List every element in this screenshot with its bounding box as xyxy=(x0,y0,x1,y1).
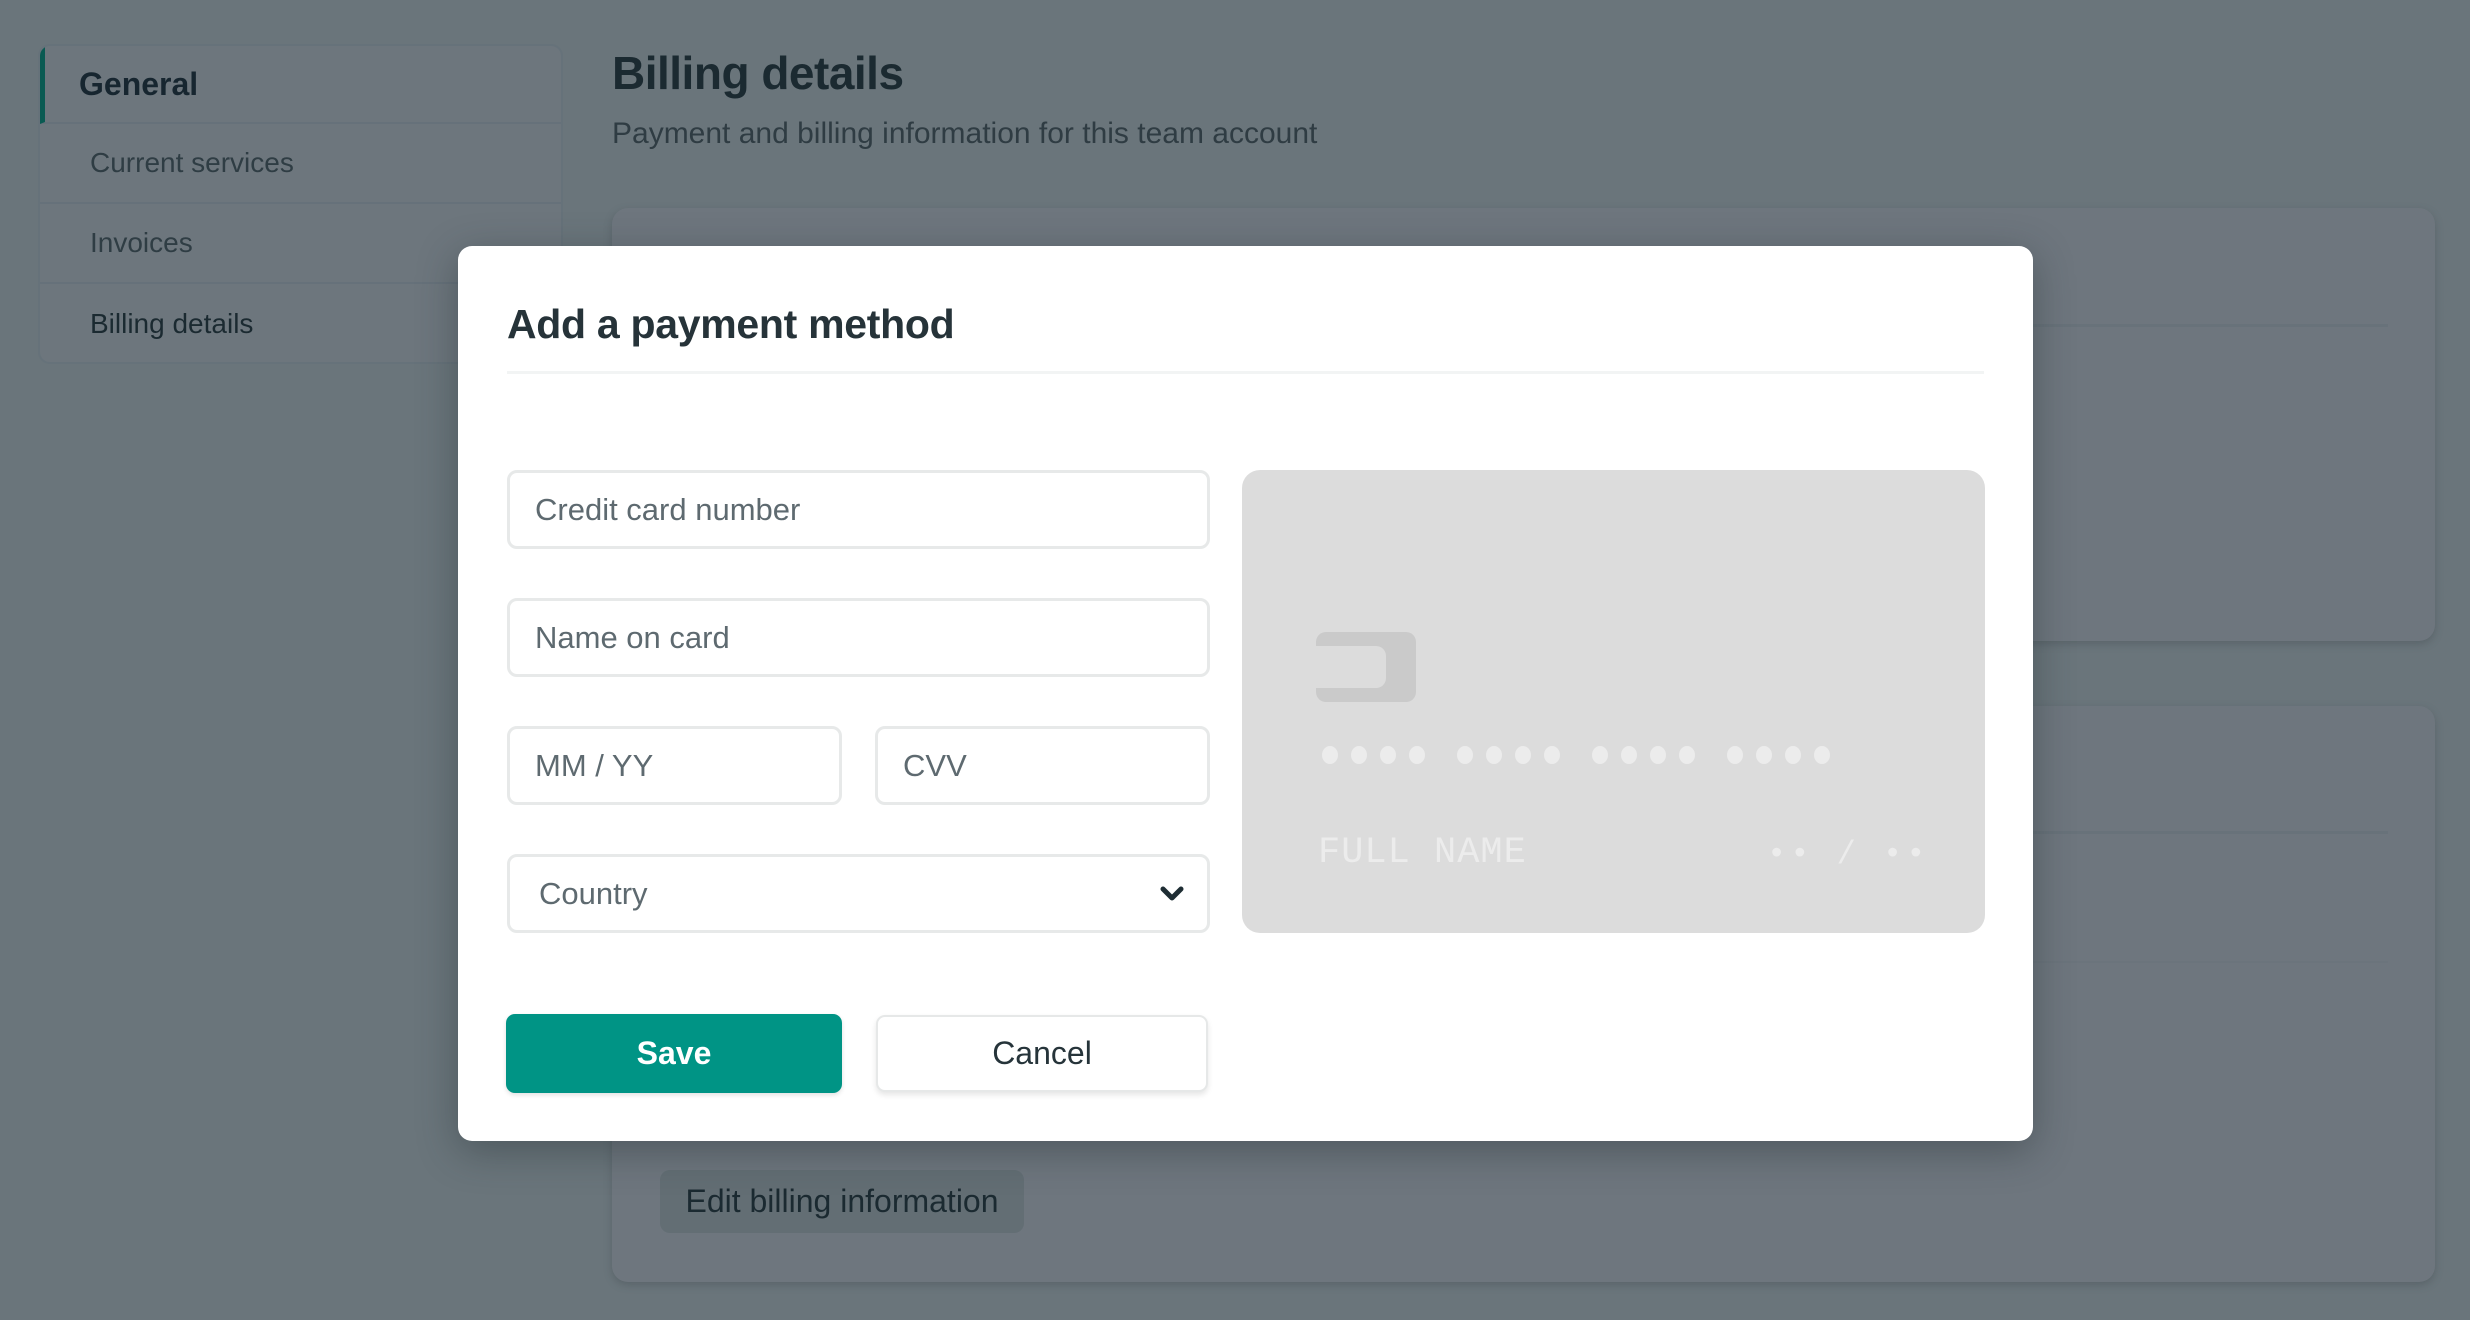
card-number-group xyxy=(1322,746,1425,764)
page-subtitle: Payment and billing information for this… xyxy=(612,117,1318,150)
card-number-dot xyxy=(1380,746,1396,764)
country-select[interactable]: Country xyxy=(507,854,1210,933)
card-number-dot xyxy=(1351,746,1367,764)
credit-card-number-input[interactable] xyxy=(535,491,1207,528)
card-number-dot xyxy=(1650,746,1666,764)
sidebar-item-label: Current services xyxy=(90,147,294,178)
card-number-dot xyxy=(1785,746,1801,764)
credit-card-number-field[interactable] xyxy=(507,470,1210,549)
chevron-down-icon xyxy=(1159,885,1185,903)
card-number-dot xyxy=(1544,746,1560,764)
save-button-label: Save xyxy=(636,1035,712,1071)
edit-billing-information-label: Edit billing information xyxy=(685,1183,999,1219)
card-number-dot xyxy=(1457,746,1473,764)
card-number-dot xyxy=(1756,746,1772,764)
name-on-card-field[interactable] xyxy=(507,598,1210,677)
name-on-card-input[interactable] xyxy=(535,619,1207,656)
expiry-date-field[interactable] xyxy=(507,726,842,805)
sidebar-item-label: Billing details xyxy=(90,308,254,339)
country-select-value: Country xyxy=(539,875,648,911)
card-name-placeholder: FULL NAME xyxy=(1318,832,1527,874)
card-number-group xyxy=(1592,746,1695,764)
sidebar-heading-general[interactable]: General xyxy=(40,46,561,124)
card-preview: FULL NAME •• / •• xyxy=(1242,470,1985,933)
sidebar-item-current-services[interactable]: Current services xyxy=(40,124,561,204)
modal-divider xyxy=(507,371,1984,374)
card-number-dot xyxy=(1515,746,1531,764)
card-number-dot xyxy=(1727,746,1743,764)
card-number-group xyxy=(1457,746,1560,764)
add-payment-method-modal: Add a payment method Country FULL NAME •… xyxy=(458,246,2033,1141)
card-number-dot xyxy=(1814,746,1830,764)
cancel-button-label: Cancel xyxy=(992,1035,1092,1071)
card-number-group xyxy=(1727,746,1830,764)
sidebar-heading-label: General xyxy=(79,65,199,102)
modal-title: Add a payment method xyxy=(507,301,955,347)
save-button[interactable]: Save xyxy=(506,1014,842,1093)
card-chip-icon xyxy=(1316,632,1416,702)
card-number-mask xyxy=(1322,746,1830,764)
page-title: Billing details xyxy=(612,47,904,99)
card-number-dot xyxy=(1621,746,1637,764)
expiry-date-input[interactable] xyxy=(535,747,839,784)
card-expiry-placeholder: •• / •• xyxy=(1767,836,1930,873)
edit-billing-information-button[interactable]: Edit billing information xyxy=(660,1170,1024,1233)
card-number-dot xyxy=(1486,746,1502,764)
card-number-dot xyxy=(1409,746,1425,764)
card-number-dot xyxy=(1592,746,1608,764)
sidebar-item-label: Invoices xyxy=(90,227,193,258)
card-number-dot xyxy=(1322,746,1338,764)
card-chip-inner xyxy=(1316,646,1386,688)
cvv-field[interactable] xyxy=(875,726,1210,805)
cancel-button[interactable]: Cancel xyxy=(876,1015,1208,1092)
cvv-input[interactable] xyxy=(903,747,1207,784)
card-number-dot xyxy=(1679,746,1695,764)
